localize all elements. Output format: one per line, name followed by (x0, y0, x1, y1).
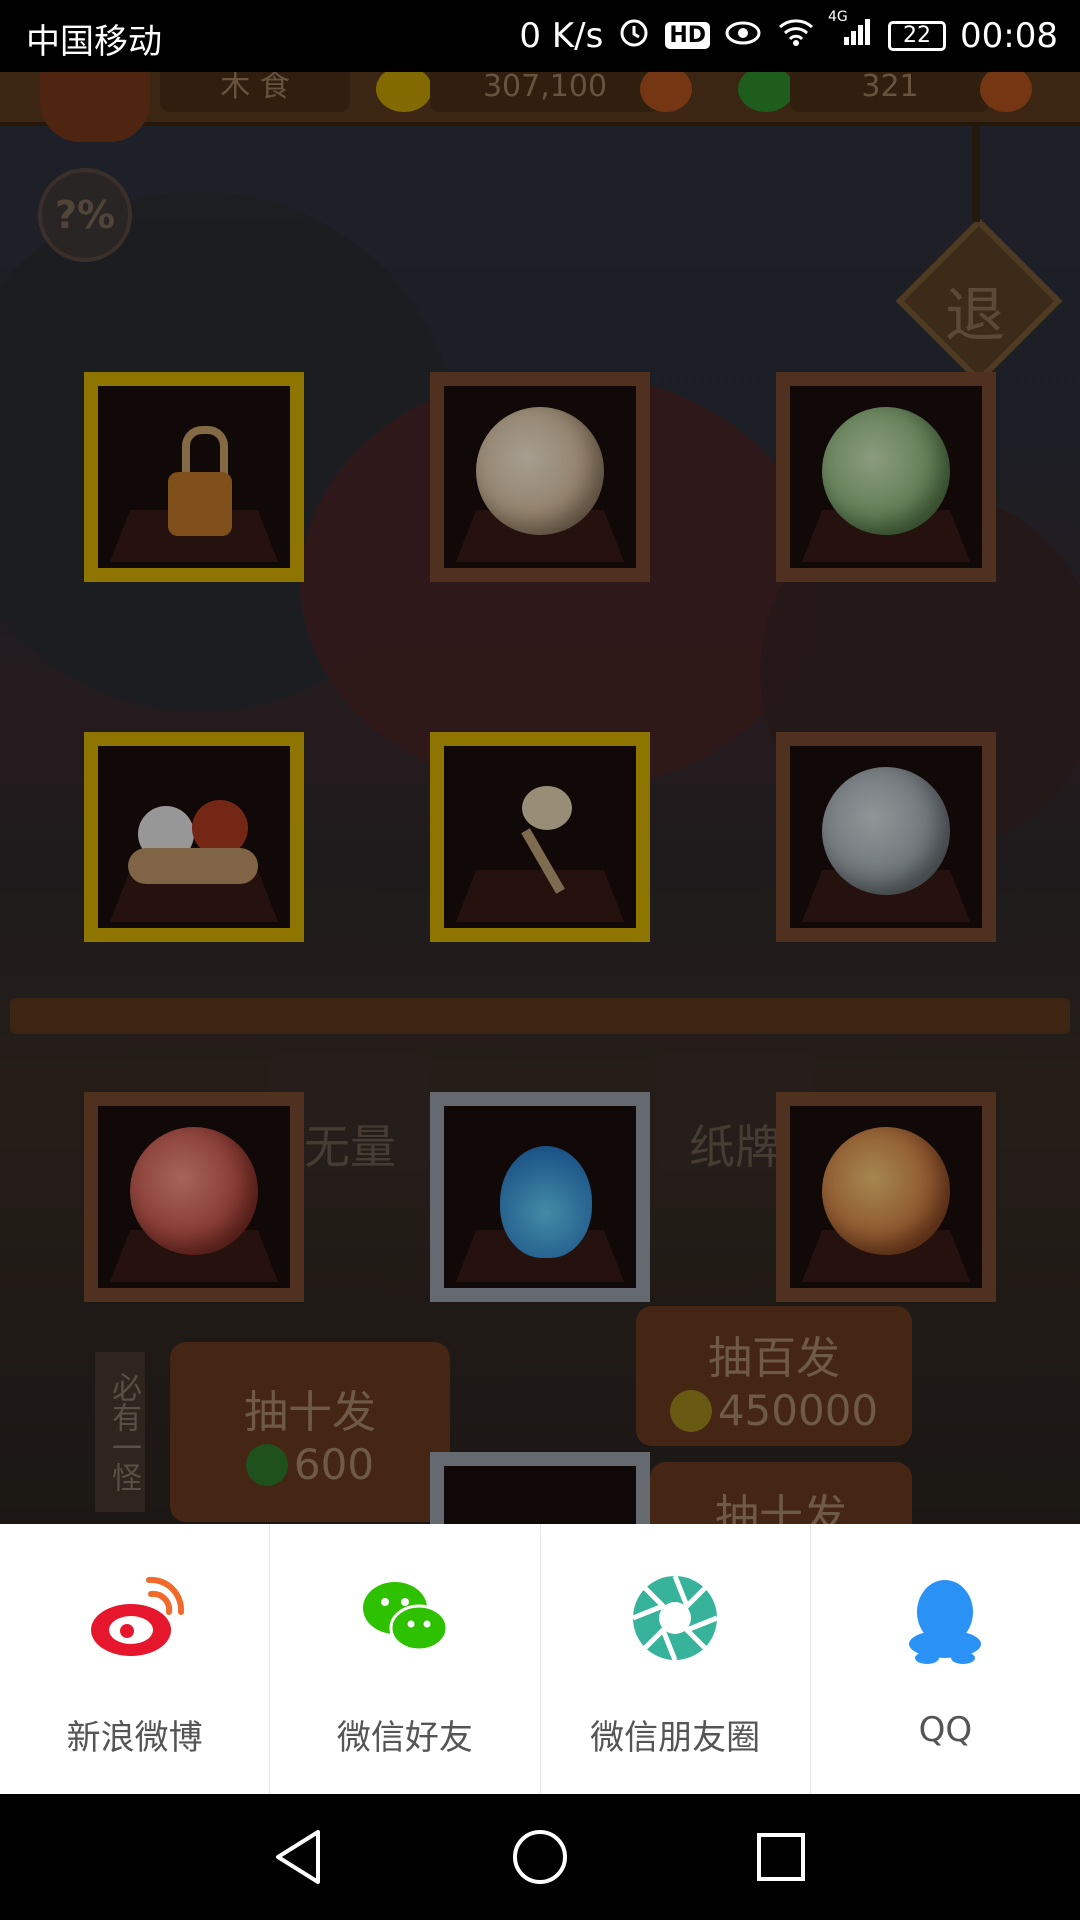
dim-overlay[interactable] (0, 72, 1080, 1524)
share-weibo[interactable]: 新浪微博 (0, 1524, 271, 1794)
share-wechat-friend[interactable]: 微信好友 (270, 1524, 541, 1794)
game-screen: 木 食 307,100 321 ?% 退 无量 纸牌 必有一怪 抽十发 600 … (0, 72, 1080, 1524)
wifi-icon (776, 15, 816, 56)
wechat-icon (355, 1568, 455, 1668)
net-speed: 0 K/s (519, 15, 604, 56)
wechat-moments-icon (625, 1568, 725, 1668)
clock: 00:08 (960, 15, 1058, 56)
share-weibo-label: 新浪微博 (66, 1718, 203, 1758)
share-wechat-moments[interactable]: 微信朋友圈 (541, 1524, 811, 1794)
hd-icon: HD (665, 22, 711, 49)
qq-icon (895, 1568, 995, 1668)
status-bar: 中国移动 0 K/s HD 4G 22 00:08 (0, 0, 1080, 72)
share-wechat-moments-label: 微信朋友圈 (590, 1718, 761, 1758)
share-qq-label: QQ (918, 1710, 973, 1750)
alarm-icon (617, 14, 651, 57)
home-button[interactable] (507, 1824, 573, 1890)
share-wechat-friend-label: 微信好友 (336, 1718, 473, 1758)
share-sheet: 新浪微博 微信好友 微信朋友圈 QQ (0, 1524, 1080, 1794)
navigation-bar (0, 1794, 1080, 1920)
carrier-label: 中国移动 (26, 22, 162, 62)
share-qq[interactable]: QQ (811, 1524, 1080, 1794)
network-type: 4G (828, 9, 848, 25)
recents-button[interactable] (748, 1824, 814, 1890)
back-button[interactable] (266, 1824, 332, 1890)
status-right: 0 K/s HD 4G 22 00:08 (519, 9, 1058, 57)
battery-icon: 22 (888, 20, 947, 51)
signal-icon: 4G (828, 9, 874, 56)
weibo-icon (85, 1568, 185, 1668)
eye-icon (724, 16, 762, 56)
battery-level: 22 (903, 22, 932, 48)
